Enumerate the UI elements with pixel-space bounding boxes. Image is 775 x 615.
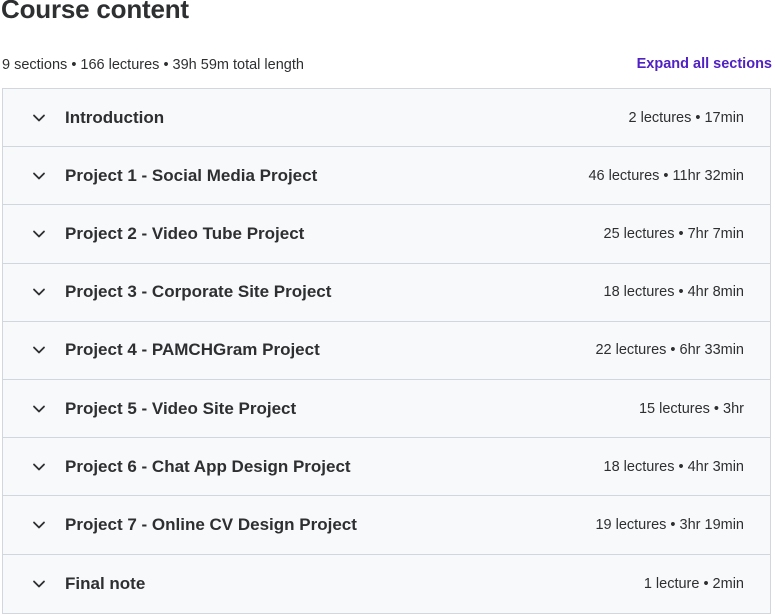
chevron-down-icon: [32, 170, 46, 182]
section-title: Project 4 - PAMCHGram Project: [65, 340, 320, 360]
section-meta: 2 lectures • 17min: [628, 109, 745, 126]
section-title: Project 3 - Corporate Site Project: [65, 282, 332, 302]
section-row[interactable]: Project 2 - Video Tube Project 25 lectur…: [3, 205, 770, 264]
section-row[interactable]: Final note 1 lecture • 2min: [3, 554, 770, 613]
section-row[interactable]: Project 3 - Corporate Site Project 18 le…: [3, 263, 770, 322]
section-meta: 15 lectures • 3hr: [638, 400, 744, 417]
section-title: Introduction: [65, 107, 165, 127]
chevron-down-icon: [32, 112, 46, 124]
chevron-down-icon: [32, 344, 46, 356]
section-row[interactable]: Project 6 - Chat App Design Project 18 l…: [3, 438, 770, 497]
section-title: Project 1 - Social Media Project: [65, 165, 318, 185]
section-row[interactable]: Project 4 - PAMCHGram Project 22 lecture…: [3, 321, 770, 380]
section-meta: 19 lectures • 3hr 19min: [595, 516, 744, 533]
section-title: Project 6 - Chat App Design Project: [65, 456, 351, 476]
section-title: Final note: [65, 573, 146, 593]
section-title: Project 2 - Video Tube Project: [65, 223, 305, 243]
section-row[interactable]: Project 5 - Video Site Project 15 lectur…: [3, 379, 770, 439]
section-meta: 22 lectures • 6hr 33min: [595, 342, 744, 359]
chevron-down-icon: [32, 403, 46, 415]
course-summary: 9 sections • 166 lectures • 39h 59m tota…: [2, 57, 304, 73]
chevron-down-icon: [32, 519, 46, 531]
section-title: Project 7 - Online CV Design Project: [65, 514, 357, 534]
section-row[interactable]: Introduction 2 lectures • 17min: [3, 89, 770, 148]
section-list: Introduction 2 lectures • 17min Project …: [2, 88, 771, 614]
section-meta: 25 lectures • 7hr 7min: [603, 225, 744, 242]
course-content-panel: Course content 9 sections • 166 lectures…: [0, 0, 775, 615]
chevron-down-icon: [32, 228, 46, 240]
section-meta: 18 lectures • 4hr 8min: [603, 284, 744, 301]
section-title: Project 5 - Video Site Project: [65, 398, 297, 418]
expand-all-sections-button[interactable]: Expand all sections: [637, 56, 772, 72]
section-meta: 46 lectures • 11hr 32min: [588, 167, 744, 184]
chevron-down-icon: [32, 286, 46, 298]
section-row[interactable]: Project 7 - Online CV Design Project 19 …: [3, 496, 770, 555]
section-row[interactable]: Project 1 - Social Media Project 46 lect…: [3, 147, 770, 206]
chevron-down-icon: [32, 578, 46, 590]
chevron-down-icon: [32, 461, 46, 473]
section-meta: 18 lectures • 4hr 3min: [603, 458, 744, 475]
page-title: Course content: [1, 0, 189, 24]
section-meta: 1 lecture • 2min: [643, 575, 744, 592]
